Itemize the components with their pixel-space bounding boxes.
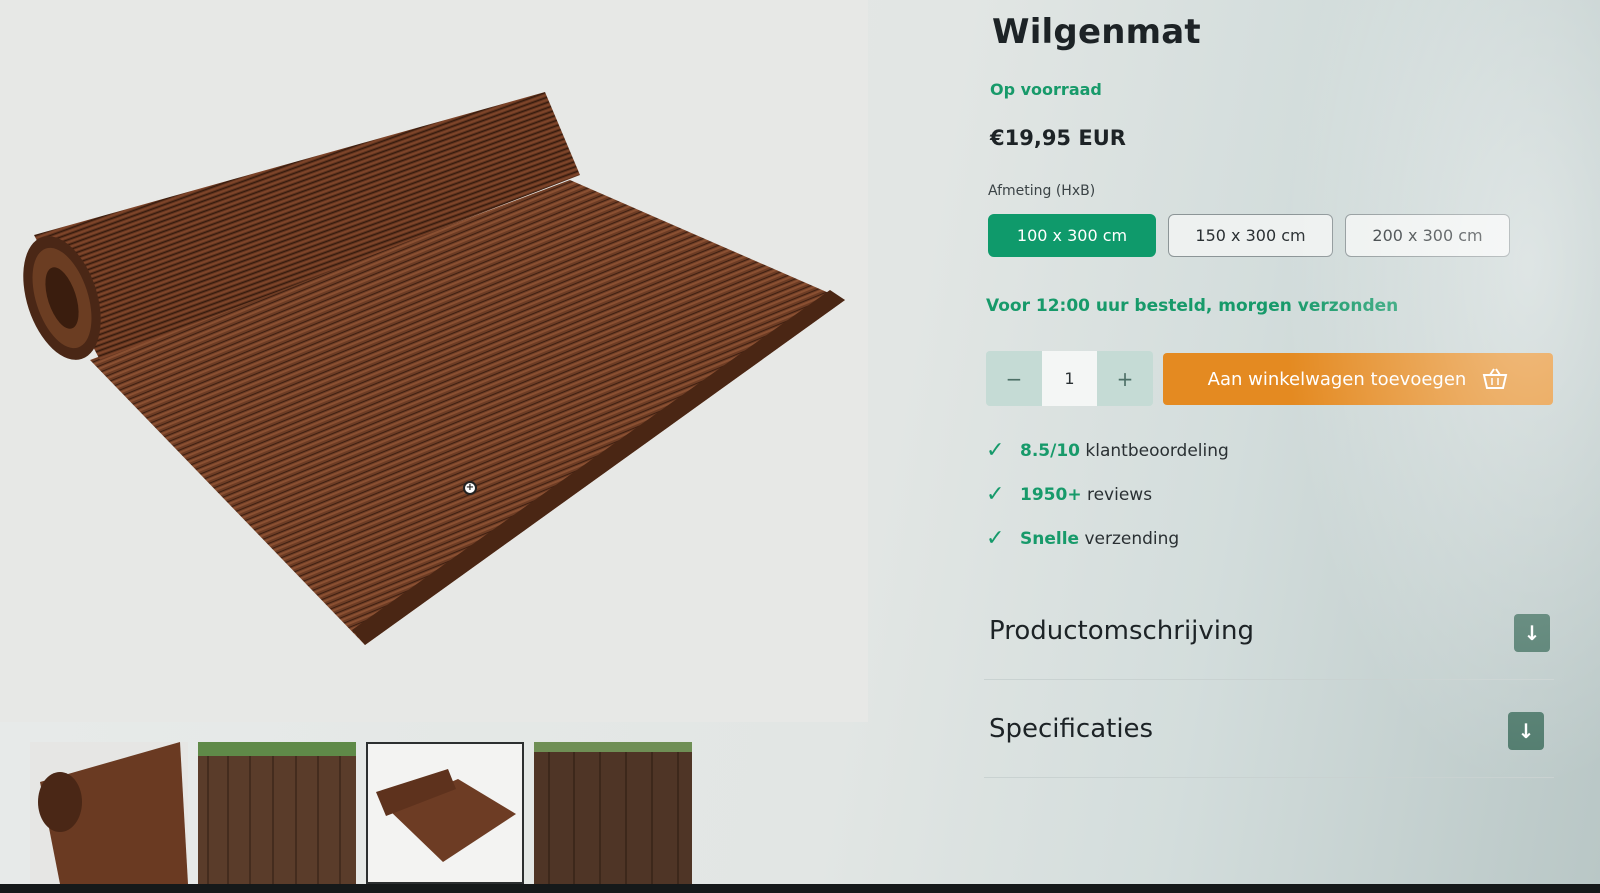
willow-mat-illustration [23,92,845,645]
zoom-in-icon[interactable]: + [463,481,477,495]
usp-highlight: 8.5/10 [1020,440,1080,461]
accordion-specifications[interactable]: Specificaties ↓ [984,682,1554,778]
usp-text: reviews [1086,484,1153,505]
increase-quantity-button[interactable]: + [1097,351,1153,406]
usp-highlight: Snelle [1020,528,1080,549]
quantity-input[interactable] [1042,351,1097,406]
thumbnail-3[interactable] [366,742,524,884]
accordion-product-description[interactable]: Productomschrijving ↓ [984,584,1554,680]
check-icon: ✓ [986,438,1005,463]
product-title: Wilgenmat [992,12,1201,52]
thumbnail-2[interactable] [198,742,356,884]
usp-text: verzending [1084,528,1180,549]
monitor-bezel [0,884,1600,893]
thumbnail-1[interactable] [30,742,188,884]
arrow-down-icon[interactable]: ↓ [1508,712,1544,750]
size-option-150x300[interactable]: 150 x 300 cm [1168,214,1333,257]
basket-icon [1483,368,1508,389]
thumbnail-4[interactable] [534,742,692,884]
thumbnail-image [368,744,522,882]
arrow-down-icon[interactable]: ↓ [1514,614,1550,652]
usp-shipping: ✓ Snelle verzending [986,526,1179,551]
usp-highlight: 1950+ [1020,484,1082,505]
thumbnail-image [534,742,692,884]
check-icon: ✓ [986,482,1005,507]
size-label: Afmeting (HxB) [988,183,1096,199]
accordion-title: Specificaties [989,714,1154,744]
usp-text: klantbeoordeling [1085,440,1229,461]
size-option-200x300[interactable]: 200 x 300 cm [1345,214,1510,257]
quantity-stepper: − + [986,351,1153,406]
usp-rating: ✓ 8.5/10 klantbeoordeling [986,438,1229,463]
thumbnail-image [198,742,356,884]
add-to-cart-button[interactable]: Aan winkelwagen toevoegen [1163,353,1553,405]
stock-status: Op voorraad [990,80,1102,99]
product-price: €19,95 EUR [990,126,1126,150]
usp-reviews: ✓ 1950+ reviews [986,482,1152,507]
add-to-cart-label: Aan winkelwagen toevoegen [1207,368,1467,390]
product-page: + Wilgenmat Op voorraad €19,95 EUR Afmet… [0,0,1600,884]
size-option-100x300[interactable]: 100 x 300 cm [988,214,1156,257]
decrease-quantity-button[interactable]: − [986,351,1042,406]
main-product-image[interactable]: + [0,0,868,722]
thumbnail-image [30,742,188,884]
shipping-note: Voor 12:00 uur besteld, morgen verzonden [986,296,1399,316]
check-icon: ✓ [986,526,1005,551]
accordion-title: Productomschrijving [989,616,1255,646]
